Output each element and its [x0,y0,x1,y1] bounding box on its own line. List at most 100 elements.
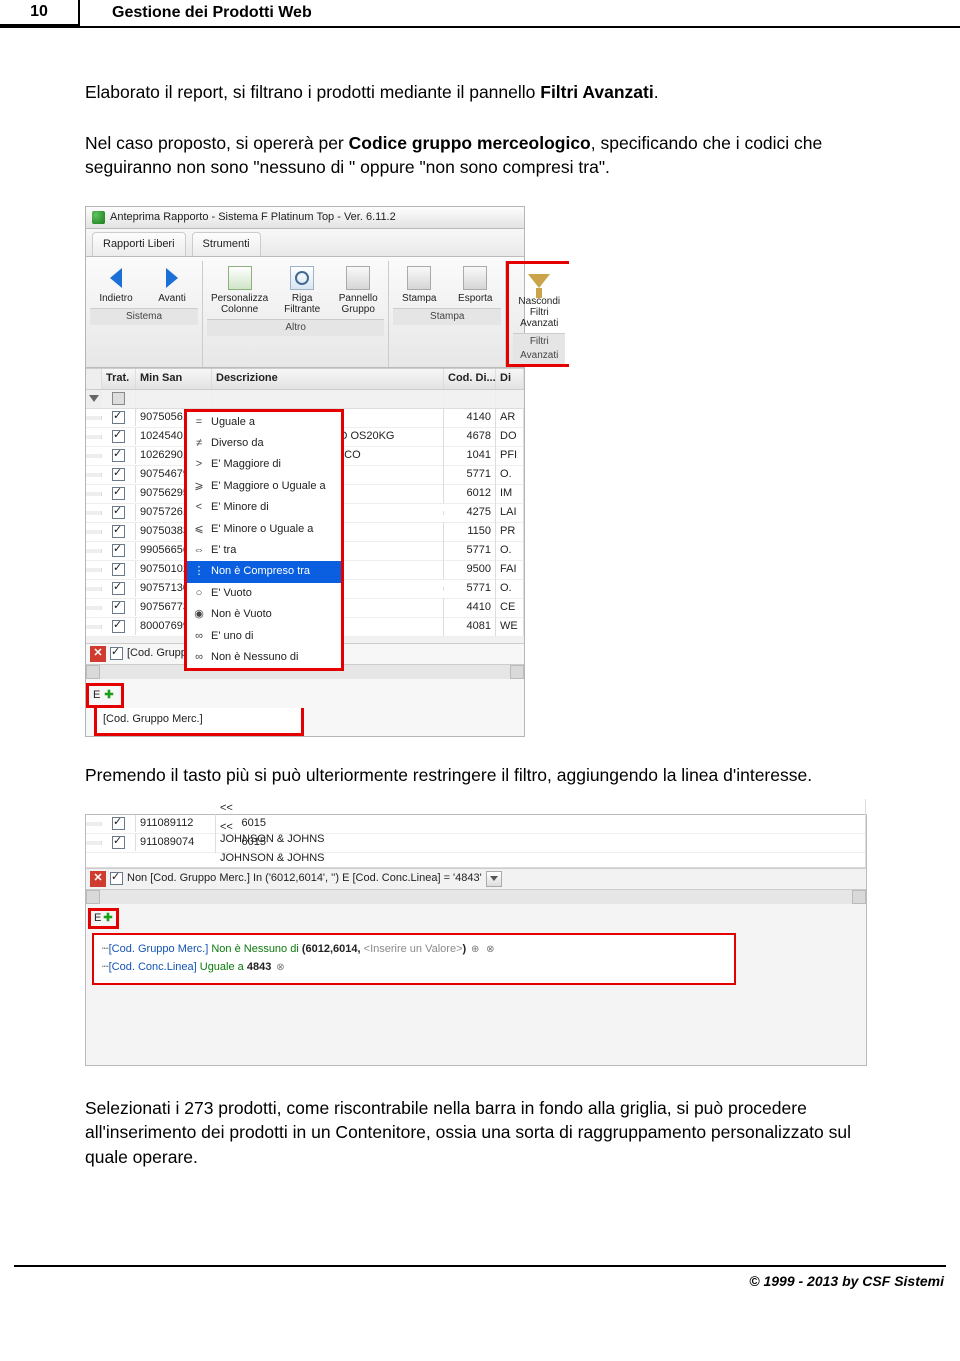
plus-icon: ✚ [103,911,112,926]
operator-icon: ⩾ [193,479,205,494]
filter-line-1[interactable]: ┈[Cod. Gruppo Merc.] Non è Nessuno di (6… [102,941,726,959]
close-filter-button[interactable]: ✕ [90,646,106,662]
close-filter-button[interactable]: ✕ [90,871,106,887]
filter-tree: ┈[Cod. Gruppo Merc.] Non è Nessuno di (6… [92,933,736,984]
grid-body: 911089112<<6015JOHNSON & JOHNS911089074<… [86,815,866,853]
remove-icon[interactable]: ⊗ [484,944,496,956]
page-header: 10 Gestione dei Prodotti Web [0,0,960,28]
add-condition-bar[interactable]: E ✚ [88,908,119,929]
context-menu-item[interactable]: ⇔E' tra [187,540,341,561]
screenshot-1: Anteprima Rapporto - Sistema F Platinum … [85,206,525,738]
col-trat[interactable]: Trat. [102,369,136,388]
page-content: Elaborato il report, si filtrano i prodo… [0,28,960,1215]
riga-filtrante-button[interactable]: Riga Filtrante [276,263,328,317]
checkbox-icon[interactable] [112,601,125,614]
checkbox-icon[interactable] [112,563,125,576]
checkbox-icon[interactable] [112,487,125,500]
operator-icon: ≠ [193,436,205,451]
esporta-button[interactable]: Esporta [449,263,501,306]
context-menu-item[interactable]: =Uguale a [187,412,341,433]
chevron-left-icon [110,268,122,288]
label: Nascondi Filtri Avanzati [517,296,561,329]
checkbox-icon[interactable] [110,647,123,660]
operator-icon: ⩽ [193,522,205,537]
col-minsan[interactable]: Min San [136,369,212,388]
context-menu-item[interactable]: ∞Non è Nessuno di [187,647,341,668]
plus-icon[interactable]: ⊕ [469,944,481,956]
personalizza-colonne-button[interactable]: Personalizza Colonne [207,263,272,317]
paragraph-2: Nel caso proposto, si opererà per Codice… [85,131,895,180]
forward-button[interactable]: Avanti [146,263,198,306]
context-menu-item[interactable]: ∞E' uno di [187,626,341,647]
export-icon [463,266,487,290]
checkbox-icon[interactable] [112,392,125,405]
label: E [94,911,101,926]
grid-filter-row[interactable] [86,390,524,409]
text: . [654,82,659,102]
context-menu-item[interactable]: ⩾E' Maggiore o Uguale a [187,476,341,497]
section-title: Gestione dei Prodotti Web [80,0,312,26]
filter-tree: [Cod. Gruppo Merc.] [94,708,304,736]
window-title: Anteprima Rapporto - Sistema F Platinum … [110,210,396,225]
filter-expression: Non [Cod. Gruppo Merc.] In ('6012,6014',… [127,871,482,886]
checkbox-icon[interactable] [112,836,125,849]
context-menu-item[interactable]: ⋮Non è Compreso tra [187,561,341,582]
columns-icon [228,266,252,290]
text-bold: Filtri Avanzati [540,82,653,102]
pannello-gruppo-button[interactable]: Pannello Gruppo [332,263,384,317]
checkbox-icon[interactable] [112,544,125,557]
checkbox-icon[interactable] [110,872,123,885]
funnel-icon [89,395,99,402]
context-menu-item[interactable]: <E' Minore di [187,497,341,518]
operator-icon: ○ [193,586,205,601]
dropdown-icon[interactable] [486,871,502,887]
plus-icon: ✚ [104,688,113,703]
tab-rapporti-liberi[interactable]: Rapporti Liberi [92,232,186,256]
context-menu-item[interactable]: ○E' Vuoto [187,583,341,604]
paragraph-1: Elaborato il report, si filtrano i prodo… [85,80,895,105]
checkbox-icon[interactable] [112,817,125,830]
checkbox-icon[interactable] [112,620,125,633]
filter-row-icon [290,266,314,290]
filter-operator: Uguale a [200,961,244,973]
checkbox-icon[interactable] [112,525,125,538]
filter-field: [Cod. Gruppo Merc.] [109,943,209,955]
horizontal-scrollbar[interactable] [86,889,866,904]
checkbox-icon[interactable] [112,449,125,462]
label: Stampa [402,293,436,304]
checkbox-icon[interactable] [112,468,125,481]
checkbox-icon[interactable] [112,506,125,519]
table-row[interactable]: 911089074<<6015JOHNSON & JOHNS [86,834,866,853]
col-descrizione[interactable]: Descrizione [212,369,444,388]
filter-field: [Cod. Conc.Linea] [109,961,197,973]
tab-strumenti[interactable]: Strumenti [192,232,261,256]
col-di[interactable]: Di [496,369,524,388]
paragraph-3: Premendo il tasto più si può ulteriormen… [85,763,895,788]
nascondi-filtri-button[interactable]: Nascondi Filtri Avanzati [513,266,565,331]
context-menu-item[interactable]: ⩽E' Minore o Uguale a [187,519,341,540]
window-titlebar: Anteprima Rapporto - Sistema F Platinum … [86,207,524,229]
funnel-icon [528,274,550,288]
label: Indietro [99,293,132,304]
checkbox-icon[interactable] [112,430,125,443]
screenshot-2: 911089112<<6015JOHNSON & JOHNS911089074<… [85,814,867,1066]
checkbox-icon[interactable] [112,411,125,424]
col-cod-di[interactable]: Cod. Di... [444,369,496,388]
operator-icon: ⇔ [193,543,205,558]
ribbon-group-label: Stampa [393,308,501,325]
copyright: © 1999 - 2013 by CSF Sistemi [0,1267,960,1307]
ribbon-tabs: Rapporti Liberi Strumenti [86,229,524,257]
context-menu-item[interactable]: ◉Non è Vuoto [187,604,341,625]
context-menu-item[interactable]: ≠Diverso da [187,433,341,454]
filter-field[interactable]: [Cod. Gruppo Merc.] [103,713,203,725]
context-menu-item[interactable]: >E' Maggiore di [187,454,341,475]
filter-line-2[interactable]: ┈[Cod. Conc.Linea] Uguale a 4843 ⊗ [102,959,726,977]
ribbon-group-label: Sistema [90,308,198,325]
checkbox-icon[interactable] [112,582,125,595]
ribbon-group-label: Filtri Avanzati [513,333,565,364]
text: Nel caso proposto, si opererà per [85,133,349,153]
back-button[interactable]: Indietro [90,263,142,306]
stampa-button[interactable]: Stampa [393,263,445,306]
add-condition-bar[interactable]: E ✚ [86,683,124,708]
remove-icon[interactable]: ⊗ [274,962,286,974]
